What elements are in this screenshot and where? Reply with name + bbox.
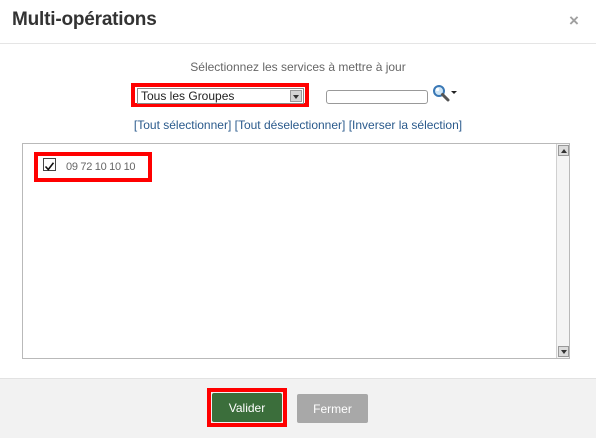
selection-links: [Tout sélectionner] [Tout déselectionner…	[0, 118, 596, 132]
close-button[interactable]: Fermer	[297, 394, 368, 423]
scroll-up-icon[interactable]	[558, 145, 569, 156]
deselect-all-link[interactable]: [Tout déselectionner]	[235, 118, 346, 132]
service-checkbox[interactable]	[43, 158, 56, 171]
validate-button[interactable]: Valider	[212, 393, 282, 422]
multi-operations-dialog: Multi-opérations × Sélectionnez les serv…	[0, 0, 596, 438]
group-select[interactable]: Tous les Groupes	[137, 88, 304, 104]
select-all-link[interactable]: [Tout sélectionner]	[134, 118, 231, 132]
scroll-down-icon[interactable]	[558, 346, 569, 357]
search-input[interactable]	[326, 90, 428, 104]
dropdown-arrow-icon[interactable]	[290, 90, 302, 102]
group-select-value: Tous les Groupes	[141, 89, 235, 103]
service-label: 09 72 10 10 10	[66, 161, 136, 173]
checkmark-icon	[44, 162, 55, 171]
chevron-down-icon	[451, 91, 457, 94]
invert-selection-link[interactable]: [Inverser la sélection]	[349, 118, 462, 132]
magnifier-icon	[433, 85, 450, 102]
search-button[interactable]	[432, 84, 458, 102]
dialog-title: Multi-opérations	[12, 9, 157, 30]
instruction-text: Sélectionnez les services à mettre à jou…	[190, 60, 406, 74]
dialog-header: Multi-opérations ×	[0, 0, 596, 44]
scrollbar[interactable]	[556, 144, 569, 358]
close-icon[interactable]: ×	[565, 12, 583, 30]
